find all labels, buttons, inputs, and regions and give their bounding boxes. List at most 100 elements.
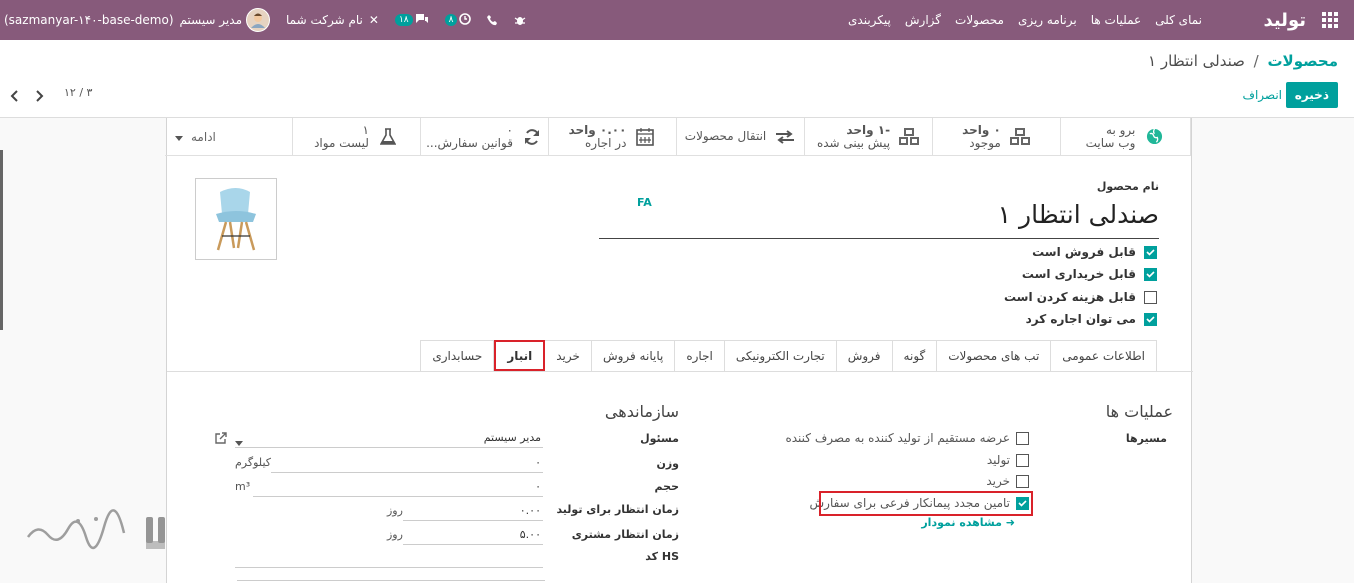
calendar-icon — [634, 127, 656, 147]
route-dropship-label: عرضه مستقیم از تولید کننده به مصرف کننده — [785, 431, 1010, 445]
smart-button-website[interactable]: برو به وب سایت — [1061, 118, 1191, 156]
app-brand[interactable]: تولید — [1263, 0, 1306, 40]
tab-point-of-sale[interactable]: پایانه فروش — [591, 340, 676, 371]
responsible-value: مدیر سیستم — [483, 431, 541, 444]
form-sheet: برو به وب سایت ۰ واحد موجود -۱ واحد پیش بین… — [165, 118, 1193, 583]
breadcrumb-products-link[interactable]: محصولات — [1267, 52, 1338, 70]
activities-menu[interactable]: ۸ — [444, 12, 472, 28]
route-manufacture-label: تولید — [986, 453, 1010, 467]
volume-unit: m³ — [235, 477, 255, 497]
pager-value[interactable]: ۱۲ / ۳ — [64, 86, 92, 99]
smart-button-product-moves[interactable]: انتقال محصولات — [677, 118, 805, 156]
on-hand-value: ۰ واحد — [962, 122, 1001, 137]
main-menu: نمای کلی عملیات ها برنامه ریزی محصولات گ… — [834, 0, 1202, 40]
product-name-input[interactable]: صندلی انتظار ۱ — [998, 200, 1159, 229]
organization-heading: سازماندهی — [604, 402, 679, 421]
menu-configuration[interactable]: پیکربندی — [848, 13, 891, 27]
manufacturing-lead-value: ۰.۰۰ — [519, 504, 541, 517]
product-image[interactable] — [195, 178, 277, 260]
control-panel: محصولات / صندلی انتظار ۱ ذخیره انصراف ۱۲… — [0, 40, 1354, 118]
menu-overview[interactable]: نمای کلی — [1155, 13, 1202, 27]
menu-planning[interactable]: برنامه ریزی — [1018, 13, 1077, 27]
tab-general-info[interactable]: اطلاعات عمومی — [1051, 340, 1157, 371]
volume-input[interactable]: ۰ — [253, 477, 543, 497]
systray: (sazmanyar-۱۴۰-base-demo) مدیر سیستم نام… — [0, 0, 542, 40]
checkbox-unchecked[interactable] — [1016, 431, 1029, 445]
checkbox-unchecked[interactable] — [1144, 290, 1157, 304]
cubes-icon — [898, 127, 920, 147]
route-buy[interactable]: خرید — [986, 474, 1029, 488]
smart-button-bom[interactable]: ۱ لیست مواد — [293, 118, 421, 156]
highlight-box — [819, 491, 1033, 516]
tab-purchase[interactable]: خرید — [545, 340, 592, 371]
can-be-expensed-field[interactable]: قابل هزینه کردن است — [1004, 290, 1157, 304]
more-label: ادامه — [191, 129, 216, 144]
translate-button[interactable]: FA — [637, 196, 652, 209]
company-name: نام شرکت شما — [286, 13, 363, 27]
weight-input[interactable]: ۰ — [271, 453, 543, 473]
phone-icon[interactable] — [487, 14, 498, 26]
reordering-label: قوانین سفارش... — [426, 135, 513, 150]
smart-button-reordering-rules[interactable]: ۰ قوانین سفارش... — [421, 118, 549, 156]
save-button[interactable]: ذخیره — [1285, 82, 1338, 108]
discard-button[interactable]: انصراف — [1243, 88, 1282, 102]
route-manufacture[interactable]: تولید — [987, 453, 1029, 467]
in-rental-value: ۰.۰۰ واحد — [568, 122, 627, 137]
external-link-icon[interactable] — [215, 432, 227, 447]
checkbox-checked[interactable] — [1144, 312, 1157, 326]
messages-menu[interactable]: ۱۸ — [394, 13, 429, 28]
responsible-input[interactable]: مدیر سیستم — [235, 428, 543, 448]
smart-button-forecasted[interactable]: -۱ واحد پیش بینی شده — [805, 118, 933, 156]
hs-code-input[interactable] — [235, 548, 543, 568]
checkbox-checked[interactable] — [1144, 267, 1157, 281]
can-be-purchased-field[interactable]: قابل خریداری است — [1022, 267, 1157, 281]
tab-divider — [167, 371, 1193, 372]
caret-down-icon — [175, 130, 183, 144]
hs-code-label: کد HS — [645, 550, 679, 563]
checkbox-checked[interactable] — [1144, 245, 1157, 259]
checkbox-unchecked[interactable] — [1016, 474, 1029, 488]
scrollbar[interactable] — [0, 150, 3, 330]
bom-value: ۱ — [362, 122, 369, 137]
customer-lead-unit-label: روز — [387, 528, 403, 541]
menu-reporting[interactable]: گزارش — [905, 13, 941, 27]
menu-products[interactable]: محصولات — [955, 13, 1004, 27]
company-switcher[interactable]: نام شرکت شما ✕ — [286, 13, 379, 27]
apps-grid-icon[interactable] — [1322, 0, 1340, 40]
can-be-sold-field[interactable]: قابل فروش است — [1032, 245, 1157, 259]
tab-accounting[interactable]: حسابداری — [420, 340, 495, 371]
breadcrumb-current: صندلی انتظار ۱ — [1148, 52, 1245, 70]
tab-sales[interactable]: فروش — [836, 340, 893, 371]
tab-inventory[interactable]: انبار — [494, 340, 546, 371]
route-dropship[interactable]: عرضه مستقیم از تولید کننده به مصرف کننده — [785, 431, 1029, 445]
tab-variants[interactable]: گونه — [892, 340, 938, 371]
menu-operations[interactable]: عملیات ها — [1091, 13, 1141, 27]
checkbox-unchecked[interactable] — [1016, 453, 1029, 467]
product-name-underline — [599, 238, 1159, 239]
chevron-left-icon[interactable] — [10, 90, 22, 102]
user-menu[interactable]: مدیر سیستم — [179, 8, 270, 32]
manufacturing-lead-input[interactable]: ۰.۰۰ — [403, 501, 543, 521]
can-be-expensed-label: قابل هزینه کردن است — [1003, 290, 1136, 304]
manufacturing-lead-unit-label: روز — [387, 504, 403, 517]
customer-lead-value: ۵.۰۰ — [519, 528, 541, 541]
smart-button-on-hand[interactable]: ۰ واحد موجود — [933, 118, 1061, 156]
customer-lead-unit: روز — [387, 525, 407, 545]
can-be-rented-field[interactable]: می توان اجاره کرد — [1026, 312, 1157, 326]
caret-down-icon[interactable] — [235, 436, 243, 449]
tab-rental[interactable]: اجاره — [675, 340, 725, 371]
view-diagram-link[interactable]: ➜ مشاهده نمودار — [921, 516, 1015, 529]
user-name: مدیر سیستم — [179, 13, 243, 27]
bug-icon[interactable] — [514, 14, 526, 26]
tab-ecommerce[interactable]: تجارت الکترونیکی — [724, 340, 837, 371]
smart-button-in-rental[interactable]: ۰.۰۰ واحد در اجاره — [549, 118, 677, 156]
smart-button-more[interactable]: ادامه — [165, 118, 293, 156]
customer-lead-input[interactable]: ۵.۰۰ — [403, 525, 543, 545]
tab-product-tabs[interactable]: تب های محصولات — [937, 340, 1052, 371]
globe-icon — [1143, 127, 1165, 147]
arrow-right-icon: ➜ — [1005, 516, 1015, 529]
in-rental-label: در اجاره — [584, 135, 627, 150]
bom-label: لیست مواد — [314, 135, 369, 150]
breadcrumb-separator: / — [1253, 52, 1259, 70]
chevron-right-icon[interactable] — [34, 90, 46, 102]
